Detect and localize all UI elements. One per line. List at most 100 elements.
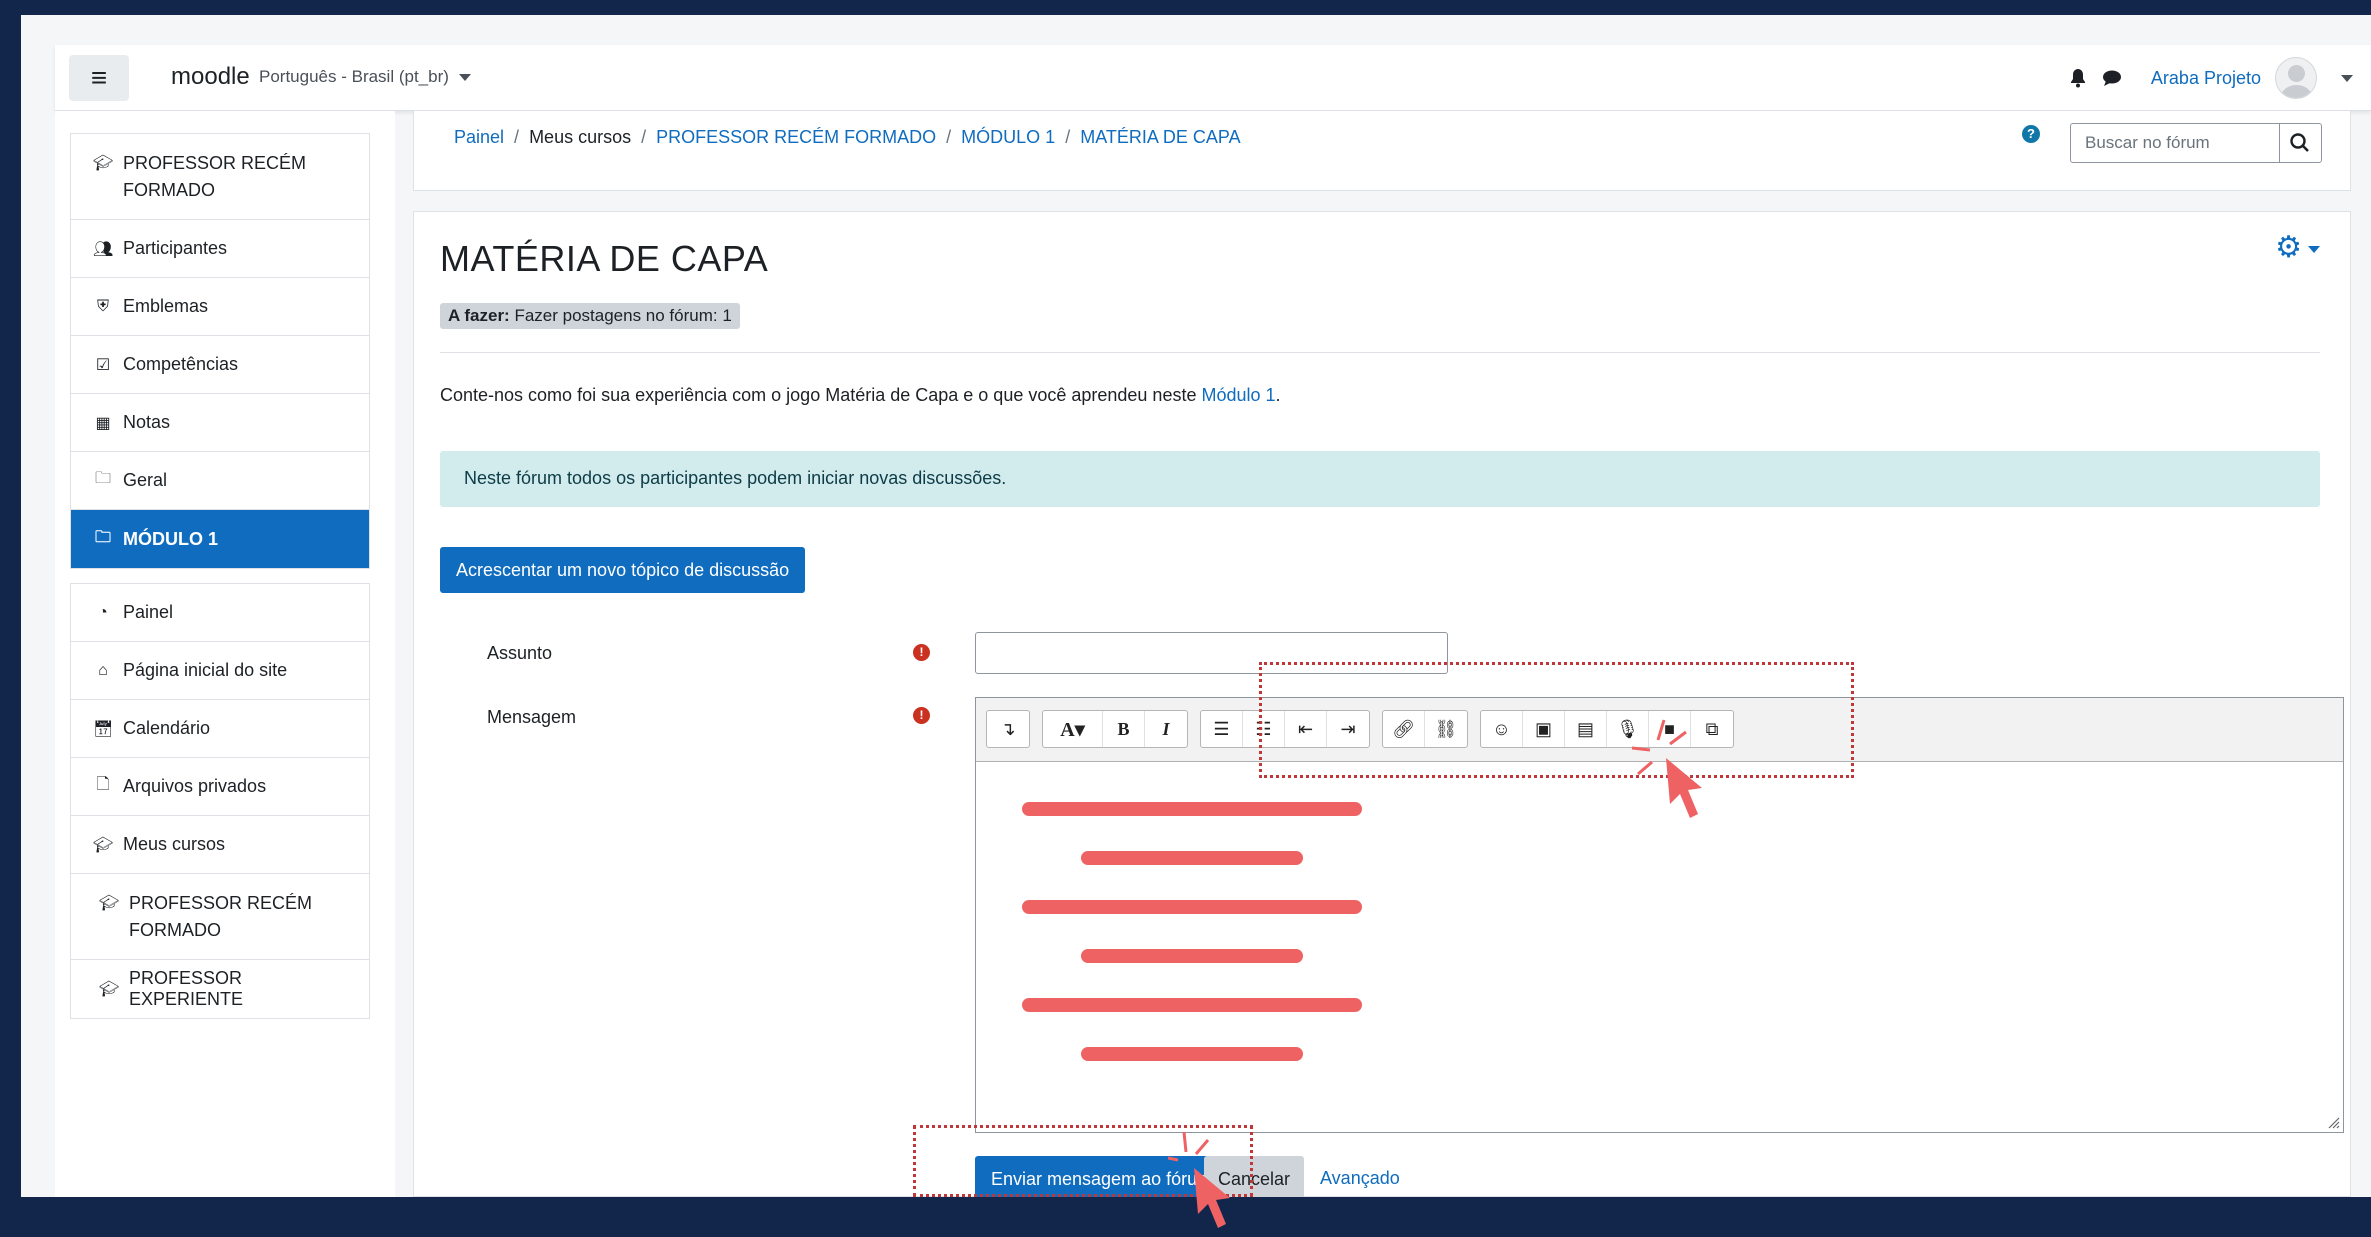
- intro-module-link[interactable]: Módulo 1: [1201, 385, 1275, 405]
- text-placeholder-line: [1081, 851, 1303, 865]
- nav-item-badges[interactable]: ⛨ Emblemas: [71, 278, 369, 336]
- subject-label: Assunto: [487, 643, 553, 663]
- site-brand[interactable]: moodle: [171, 63, 250, 91]
- nav-item-participants[interactable]: 👥︎ Participantes: [71, 220, 369, 278]
- nav-item-label: Competências: [123, 354, 239, 374]
- add-discussion-button[interactable]: Acrescentar um novo tópico de discussão: [440, 547, 806, 593]
- toolbar-group: A▾ B I: [1042, 710, 1188, 748]
- file-icon: 🗋︎: [96, 776, 110, 793]
- text-placeholder-line: [1022, 998, 1362, 1012]
- hamburger-icon: ≡: [90, 62, 108, 93]
- pointer-cursor-icon: [1631, 719, 1702, 818]
- nav-item-label: Geral: [123, 470, 168, 490]
- language-label: Português - Brasil (pt_br): [259, 67, 449, 86]
- bell-icon[interactable]: [2069, 68, 2087, 88]
- info-alert: Neste fórum todos os participantes podem…: [440, 451, 2320, 507]
- nav-item-module-1[interactable]: 🗀︎ MÓDULO 1: [71, 510, 369, 568]
- nav-item-my-courses[interactable]: 🎓︎ Meus cursos: [71, 816, 369, 874]
- table-icon: ▦: [95, 414, 111, 432]
- required-icon: !: [913, 644, 930, 661]
- breadcrumb-text: Meus cursos: [529, 127, 632, 147]
- text-placeholder-line: [1081, 949, 1303, 963]
- nav-drawer: 🎓︎ PROFESSOR RECÉM FORMADO 👥︎ Participan…: [55, 111, 395, 1197]
- resize-handle-icon[interactable]: [2326, 1115, 2340, 1129]
- checkbox-icon: ☑: [95, 356, 111, 374]
- gear-icon: ⚙: [2275, 231, 2302, 264]
- nav-item-course[interactable]: 🎓︎ PROFESSOR RECÉM FORMADO: [71, 134, 369, 220]
- todo-text: Fazer postagens no fórum: 1: [514, 306, 732, 325]
- forum-search-input[interactable]: Buscar no fórum: [2070, 123, 2280, 163]
- caret-down-icon[interactable]: [2341, 74, 2353, 82]
- menu-toggle-button[interactable]: ≡: [69, 55, 129, 101]
- breadcrumb-link[interactable]: MÓDULO 1: [961, 127, 1055, 148]
- nav-item-site-home[interactable]: ⌂ Página inicial do site: [71, 642, 369, 700]
- nav-item-competencies[interactable]: ☑ Competências: [71, 336, 369, 394]
- course-nav: 🎓︎ PROFESSOR RECÉM FORMADO 👥︎ Participan…: [70, 133, 370, 569]
- search-icon: [2290, 133, 2309, 152]
- language-selector[interactable]: Português - Brasil (pt_br): [259, 67, 471, 87]
- toolbar-highlight-box: [1259, 662, 1854, 778]
- nav-item-dashboard[interactable]: ◔ Painel: [71, 584, 369, 642]
- nav-item-label: Página inicial do site: [123, 660, 288, 680]
- avatar[interactable]: [2275, 57, 2317, 99]
- folder-icon: 🗀︎: [94, 470, 111, 487]
- page-margin: [21, 45, 55, 1197]
- site-nav: ◔ Painel ⌂ Página inicial do site 📅︎ Cal…: [70, 583, 370, 1019]
- breadcrumb-link[interactable]: MATÉRIA DE CAPA: [1080, 127, 1240, 148]
- message-label: Mensagem: [487, 707, 577, 727]
- dashboard-icon: ◔: [98, 603, 108, 621]
- nav-item-label: Calendário: [123, 718, 211, 738]
- nav-item-general[interactable]: 🗀︎ Geral: [71, 452, 369, 510]
- user-name[interactable]: Araba Projeto: [2151, 68, 2261, 89]
- page-header: Painel / Meus cursos / PROFESSOR RECÉM F…: [413, 111, 2351, 191]
- nav-item-label: Participantes: [123, 238, 228, 258]
- page-title: MATÉRIA DE CAPA: [440, 238, 769, 279]
- search-button[interactable]: [2280, 123, 2322, 163]
- bold-icon[interactable]: B: [1103, 711, 1145, 747]
- caret-down-icon: [2308, 245, 2320, 253]
- calendar-icon: 📅︎: [93, 720, 114, 738]
- actions-menu-button[interactable]: ⚙: [2275, 230, 2320, 265]
- paragraph-style-icon[interactable]: A▾: [1043, 711, 1103, 747]
- browser-frame: ≡ moodle Português - Brasil (pt_br) Arab…: [21, 15, 2371, 1197]
- italic-icon[interactable]: I: [1145, 711, 1187, 747]
- nav-item-label: Notas: [123, 412, 171, 432]
- shield-icon: ⛨: [96, 297, 109, 315]
- user-area: Araba Projeto: [2069, 55, 2353, 101]
- nav-item-label: MÓDULO 1: [123, 528, 219, 549]
- help-icon[interactable]: ?: [2022, 125, 2040, 143]
- nav-item-private-files[interactable]: 🗋︎ Arquivos privados: [71, 758, 369, 816]
- divider: [440, 352, 2320, 353]
- users-icon: 👥︎: [93, 240, 114, 258]
- text-placeholder-line: [1022, 802, 1362, 816]
- text-placeholder-line: [1022, 900, 1362, 914]
- nav-item-label: Emblemas: [123, 296, 209, 316]
- intro-text: Conte-nos como foi sua experiência com o…: [440, 385, 1197, 405]
- toolbar-group: ↴: [986, 710, 1030, 748]
- required-icon: !: [913, 707, 930, 724]
- folder-icon: 🗀︎: [94, 528, 111, 546]
- todo-label: A fazer:: [448, 306, 510, 325]
- pointer-cursor-icon: [1168, 1131, 1230, 1228]
- graduation-cap-icon: 🎓︎: [99, 981, 120, 998]
- bullet-list-icon[interactable]: ☰: [1201, 711, 1243, 747]
- todo-badge: A fazer: Fazer postagens no fórum: 1: [440, 303, 740, 329]
- nav-item-label: PROFESSOR RECÉM FORMADO: [123, 153, 307, 200]
- nav-item-grades[interactable]: ▦ Notas: [71, 394, 369, 452]
- nav-item-course-experiente[interactable]: 🎓︎ PROFESSOR EXPERIENTE: [71, 960, 369, 1018]
- top-navbar: ≡ moodle Português - Brasil (pt_br) Arab…: [55, 45, 2371, 111]
- home-icon: ⌂: [98, 661, 108, 679]
- nav-item-label: PROFESSOR RECÉM FORMADO: [129, 893, 313, 940]
- graduation-cap-icon: 🎓︎: [93, 836, 114, 854]
- nav-item-label: Painel: [123, 602, 174, 622]
- advanced-link[interactable]: Avançado: [1320, 1168, 1400, 1189]
- breadcrumb-link[interactable]: Painel: [454, 127, 504, 148]
- nav-item-course-recem-formado[interactable]: 🎓︎ PROFESSOR RECÉM FORMADO: [71, 874, 369, 960]
- show-more-icon[interactable]: ↴: [987, 711, 1029, 747]
- nav-item-calendar[interactable]: 📅︎ Calendário: [71, 700, 369, 758]
- breadcrumb: Painel / Meus cursos / PROFESSOR RECÉM F…: [454, 127, 1241, 148]
- forum-intro: Conte-nos como foi sua experiência com o…: [440, 385, 1281, 405]
- breadcrumb-link[interactable]: PROFESSOR RECÉM FORMADO: [656, 127, 936, 148]
- chat-icon[interactable]: [2101, 68, 2123, 88]
- text-placeholder-line: [1081, 1047, 1303, 1061]
